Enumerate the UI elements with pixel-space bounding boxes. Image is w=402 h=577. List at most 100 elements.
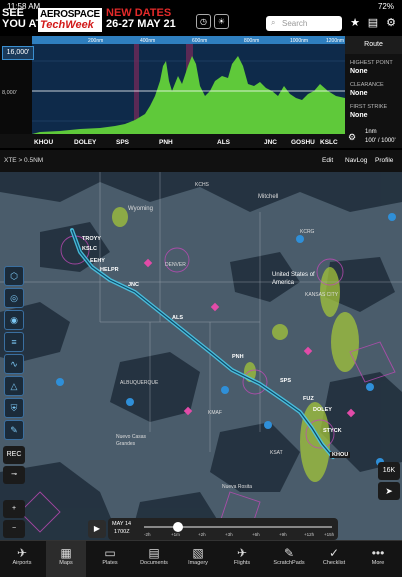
search-field[interactable]: ⌕ Search <box>266 16 342 31</box>
waypoint-label[interactable]: ALS <box>172 315 183 321</box>
record-button[interactable]: REC <box>3 446 25 464</box>
strike-label: FIRST STRIKE <box>350 104 388 110</box>
gear-icon[interactable]: ⚙ <box>348 132 356 143</box>
tab-bar: ✈ Airports ▦ Maps ▭ Plates ▤ Documents ▧ Imag… <box>0 540 402 577</box>
tab-documents[interactable]: ▤ Documents <box>134 541 174 577</box>
range-value: 100' / 1000' <box>365 138 396 144</box>
dist-tick: 200nm <box>88 38 103 44</box>
alt-label: 8,000' <box>2 90 17 96</box>
plates-icon: ▭ <box>104 546 116 560</box>
star-icon[interactable]: ★ <box>348 16 362 30</box>
tab-label: ScratchPads <box>273 560 305 566</box>
profile-airport: DOLEY <box>74 139 97 146</box>
altitude-box[interactable]: 16,000' <box>2 46 34 60</box>
waypoint-label[interactable]: DOLEY <box>313 407 332 413</box>
waypoint-label[interactable]: KHOU <box>330 452 351 458</box>
profile-airport: JNC <box>264 139 277 146</box>
map-label: United States of America <box>272 272 315 286</box>
track-icon[interactable]: ⊸ <box>3 466 25 484</box>
time-tick: +9h <box>279 532 287 537</box>
highest-value: None <box>350 68 368 75</box>
tab-flights[interactable]: ✈ Flights <box>222 541 262 577</box>
profile-button[interactable]: Profile <box>375 157 393 164</box>
strike-value: None <box>350 112 368 119</box>
tab-label: Checklist <box>322 560 346 566</box>
route-tool-icon[interactable]: ≡ <box>4 332 24 352</box>
ruler-icon[interactable]: ✎ <box>4 420 24 440</box>
waypoint-label[interactable]: PNH <box>232 354 244 360</box>
waypoint-label[interactable]: HELPR <box>100 267 119 273</box>
time-tick: +2h <box>198 532 206 537</box>
layers-icon[interactable]: ▤ <box>366 16 380 30</box>
map-label: Nuevo Casas Grandes <box>116 434 147 447</box>
map-label: Wyoming <box>128 206 153 212</box>
ad-banner[interactable]: SEE YOU AT AEROSPACE TechWeek NEW DATES … <box>2 8 192 32</box>
mountain-icon[interactable]: △ <box>4 376 24 396</box>
shield-icon[interactable]: ⛨ <box>4 398 24 418</box>
slider-ticks: -2h +1m +2h +3h +6h +9h +12h +15h <box>144 532 334 540</box>
ad-dates: 26-27 MAY 21 <box>106 18 176 30</box>
waypoint-label[interactable]: FUZ <box>303 396 314 402</box>
profile-chart: 200nm 400nm 600nm 800nm 1000nm 1200nm KH… <box>0 36 345 148</box>
waypoint-label[interactable]: TROYY <box>82 236 101 242</box>
dist-tick: 1000nm <box>290 38 308 44</box>
clock-icon[interactable]: ◷ <box>196 14 211 29</box>
tab-label: Imagery <box>188 560 208 566</box>
map-label: KMAF <box>208 410 222 416</box>
airport-icon: ✈ <box>16 546 28 560</box>
navigation-icon[interactable]: ➤ <box>378 482 400 500</box>
checklist-icon: ✓ <box>328 546 340 560</box>
pin-icon[interactable]: ⬡ <box>4 266 24 286</box>
map-label: ALBUQUERQUE <box>120 380 159 386</box>
brightness-icon[interactable]: ☀ <box>214 14 229 29</box>
map-icon: ▦ <box>60 546 72 560</box>
tab-more[interactable]: ••• More <box>358 541 398 577</box>
play-icon[interactable]: ▶ <box>88 520 106 538</box>
overlay-icon[interactable]: ◉ <box>4 310 24 330</box>
map-label: DENVER <box>165 262 186 268</box>
battery-level: 72% <box>377 2 394 11</box>
waypoint-label[interactable]: JNC <box>128 282 139 288</box>
edit-button[interactable]: Edit <box>322 157 333 164</box>
zoom-in-button[interactable]: + <box>3 500 25 518</box>
map-label: KSAT <box>270 450 283 456</box>
dist-tick: 400nm <box>140 38 155 44</box>
route-title[interactable]: Route <box>345 36 402 54</box>
settings-icon[interactable]: ⚙ <box>384 16 398 30</box>
tab-label: Documents <box>140 560 168 566</box>
altitude-filter-button[interactable]: 16K <box>378 462 400 480</box>
pulse-icon[interactable]: ∿ <box>4 354 24 374</box>
tab-imagery[interactable]: ▧ Imagery <box>178 541 218 577</box>
tab-plates[interactable]: ▭ Plates <box>90 541 130 577</box>
flights-icon: ✈ <box>236 546 248 560</box>
more-icon: ••• <box>371 546 385 560</box>
time-slider[interactable]: ▶ MAY 14 1700Z -2h +1m +2h +3h +6h +9h +… <box>88 518 338 540</box>
tab-label: Flights <box>233 560 251 566</box>
time-tick: -2h <box>144 532 151 537</box>
dist-tick: 600nm <box>192 38 207 44</box>
slider-thumb[interactable] <box>173 522 183 532</box>
zoom-out-button[interactable]: − <box>3 520 25 538</box>
tab-scratchpads[interactable]: ✎ ScratchPads <box>266 541 312 577</box>
navlog-button[interactable]: NavLog <box>345 157 367 164</box>
imagery-icon: ▧ <box>192 546 204 560</box>
profile-airport: ALS <box>217 139 231 146</box>
time-tick: +1m <box>171 532 180 537</box>
target-icon[interactable]: ◎ <box>4 288 24 308</box>
map-view[interactable]: KHOU STYCK DOLEY FUZ SPS PNH ALS JNC HEL… <box>0 172 402 540</box>
profile-airport: KHOU <box>34 139 53 146</box>
tab-airports[interactable]: ✈ Airports <box>2 541 42 577</box>
map-label: Nueva Rosita <box>222 484 253 490</box>
waypoint-label[interactable]: SPS <box>280 378 291 384</box>
time-tick: +3h <box>225 532 233 537</box>
waypoint-label[interactable]: EEHY <box>90 258 105 264</box>
tab-maps[interactable]: ▦ Maps <box>46 541 86 577</box>
scratchpad-icon: ✎ <box>283 546 295 560</box>
clearance-label: CLEARANCE <box>350 82 384 88</box>
tab-label: Airports <box>12 560 32 566</box>
waypoint-label[interactable]: STYCK <box>323 428 342 434</box>
tab-checklist[interactable]: ✓ Checklist <box>314 541 354 577</box>
map-label: KCRG <box>300 229 315 235</box>
profile-view[interactable]: 200nm 400nm 600nm 800nm 1000nm 1200nm KH… <box>0 36 345 148</box>
waypoint-label[interactable]: KSLC <box>82 246 97 252</box>
